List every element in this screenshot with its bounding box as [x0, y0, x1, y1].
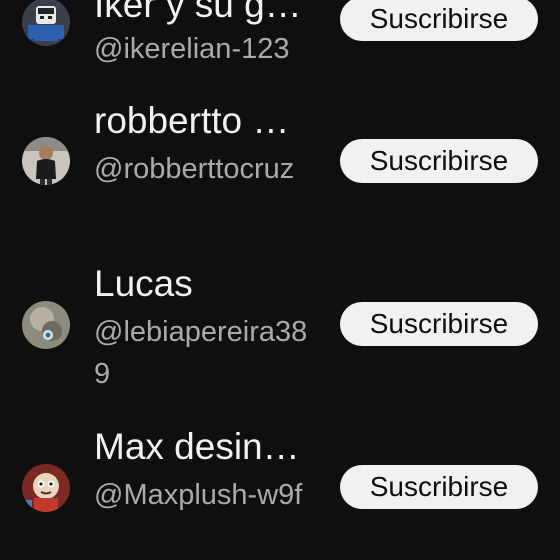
- channel-handle: @robberttocruz: [94, 153, 295, 185]
- channel-row[interactable]: Iker y su g… @ikerelian-123 Suscribirse: [0, 0, 560, 90]
- plush-toy-avatar-icon: [22, 464, 70, 512]
- subscribe-button[interactable]: Suscribirse: [340, 0, 538, 41]
- subscribe-button[interactable]: Suscribirse: [340, 302, 538, 346]
- channel-handle: @ikerelian-123: [94, 33, 290, 65]
- channel-avatar[interactable]: [22, 137, 70, 185]
- channel-avatar[interactable]: [22, 0, 70, 46]
- channel-avatar[interactable]: [22, 301, 70, 349]
- person-photo-avatar-icon: [22, 137, 70, 185]
- blurred-photo-avatar-icon: [22, 301, 70, 349]
- channel-row[interactable]: Max desin… @Maxplush-w9f Suscribirse: [0, 416, 560, 560]
- channel-name[interactable]: robbertto …: [94, 99, 329, 143]
- channel-row[interactable]: robbertto … @robberttocruz Suscribirse: [0, 90, 560, 250]
- subscribe-button[interactable]: Suscribirse: [340, 139, 538, 183]
- channel-handle: @lebiapereira389: [94, 316, 308, 390]
- subscribe-button[interactable]: Suscribirse: [340, 465, 538, 509]
- channel-name[interactable]: Iker y su g…: [94, 0, 329, 27]
- channel-avatar[interactable]: [22, 464, 70, 512]
- channel-handle: @Maxplush-w9f: [94, 479, 303, 511]
- channel-list: Iker y su g… @ikerelian-123 Suscribirse …: [0, 0, 560, 560]
- channel-row[interactable]: Lucas @lebiapereira389 Suscribirse: [0, 253, 560, 413]
- channel-name[interactable]: Max desin…: [94, 425, 329, 469]
- channel-name[interactable]: Lucas: [94, 262, 329, 306]
- roblox-character-avatar-icon: [22, 0, 70, 46]
